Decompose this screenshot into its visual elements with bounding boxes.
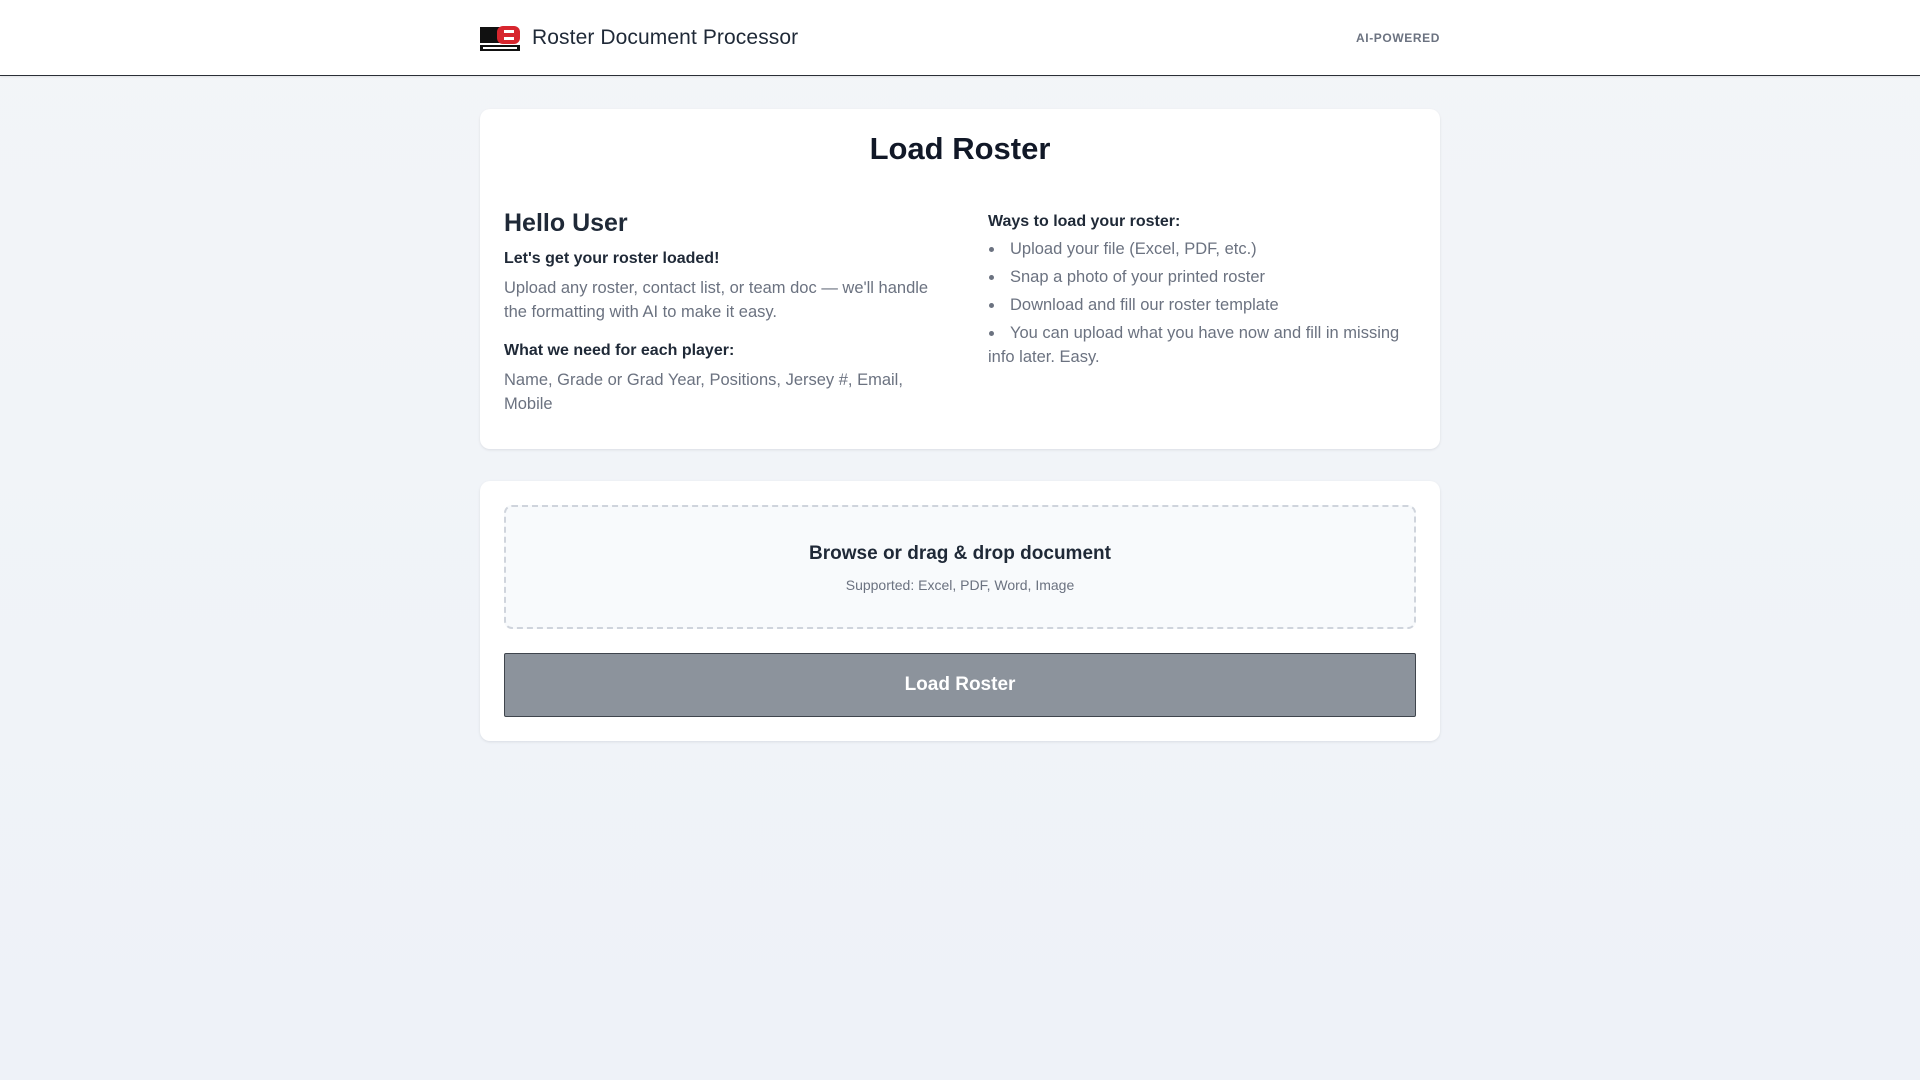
- intro-right-column: Ways to load your roster: Upload your fi…: [988, 209, 1418, 373]
- ai-powered-badge: AI-POWERED: [1356, 31, 1440, 45]
- dropzone-title: Browse or drag & drop document: [809, 543, 1111, 564]
- dropzone-supported-formats: Supported: Excel, PDF, Word, Image: [845, 577, 1075, 593]
- upload-card: Browse or drag & drop document Supported…: [480, 481, 1440, 741]
- ways-list: Upload your file (Excel, PDF, etc.) Snap…: [988, 237, 1418, 369]
- intro-left-column: Hello User Let's get your roster loaded!…: [504, 209, 934, 416]
- needs-heading: What we need for each player:: [504, 342, 735, 359]
- list-item: You can upload what you have now and fil…: [988, 321, 1418, 369]
- intro-card: Load Roster Hello User Let's get your ro…: [480, 109, 1440, 449]
- brand[interactable]: Roster Document Processor: [480, 24, 798, 52]
- kb-sports-logo: [480, 24, 520, 52]
- ways-heading: Ways to load your roster:: [988, 213, 1181, 230]
- greeting: Hello User: [504, 209, 628, 237]
- list-item: Upload your file (Excel, PDF, etc.): [988, 237, 1418, 261]
- list-item: Download and fill our roster template: [988, 293, 1418, 317]
- list-item: Snap a photo of your printed roster: [988, 265, 1418, 289]
- top-bar-inner: Roster Document Processor AI-POWERED: [480, 0, 1440, 76]
- page-title: Load Roster: [869, 131, 1051, 166]
- needs-text: Name, Grade or Grad Year, Positions, Jer…: [504, 371, 903, 413]
- description: Upload any roster, contact list, or team…: [504, 279, 929, 321]
- load-roster-button[interactable]: Load Roster: [504, 653, 1416, 717]
- top-bar: Roster Document Processor AI-POWERED: [0, 0, 1920, 76]
- tagline: Let's get your roster loaded!: [504, 250, 720, 267]
- file-dropzone[interactable]: Browse or drag & drop document Supported…: [504, 505, 1416, 629]
- app-title: Roster Document Processor: [532, 26, 799, 49]
